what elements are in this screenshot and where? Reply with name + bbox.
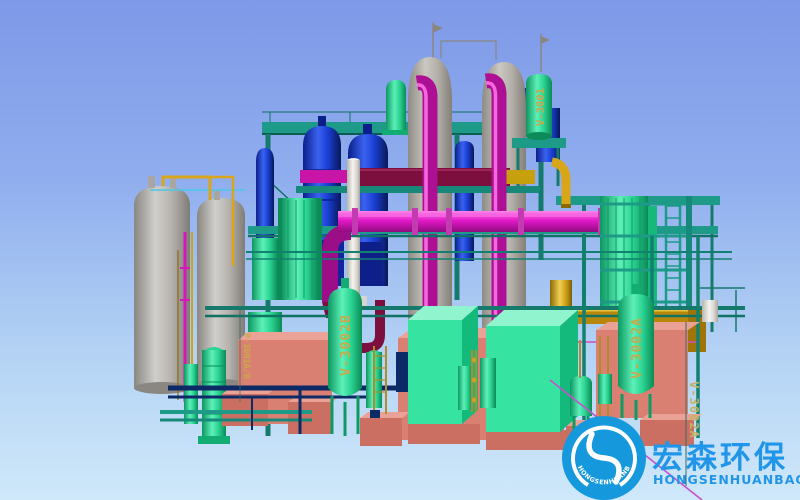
brand-name-zh: 宏森环保: [652, 440, 788, 476]
small-pump-far-right: [702, 300, 718, 322]
storage-tank-left-1: [134, 176, 190, 394]
label-v3001: V-3001: [535, 88, 547, 126]
mint-cylinder-top: [382, 80, 410, 135]
tag-v3002a-text: V-3002A: [687, 381, 701, 439]
brand-name-en: HONGSENHUANBAO: [653, 472, 800, 487]
tag-p3001ab-text: P-3001A/B: [241, 333, 251, 379]
blue-column-center: [455, 141, 474, 261]
label-v3002a: V-3002A: [630, 317, 645, 379]
label-v3002b: V-3002B: [339, 314, 354, 376]
mint-tank-box-2: [486, 310, 578, 432]
plant-3d-scene: V-3001: [0, 0, 800, 500]
render-viewport: V-3001: [0, 0, 800, 500]
vessel-v3002b: V-3002B: [328, 278, 362, 436]
